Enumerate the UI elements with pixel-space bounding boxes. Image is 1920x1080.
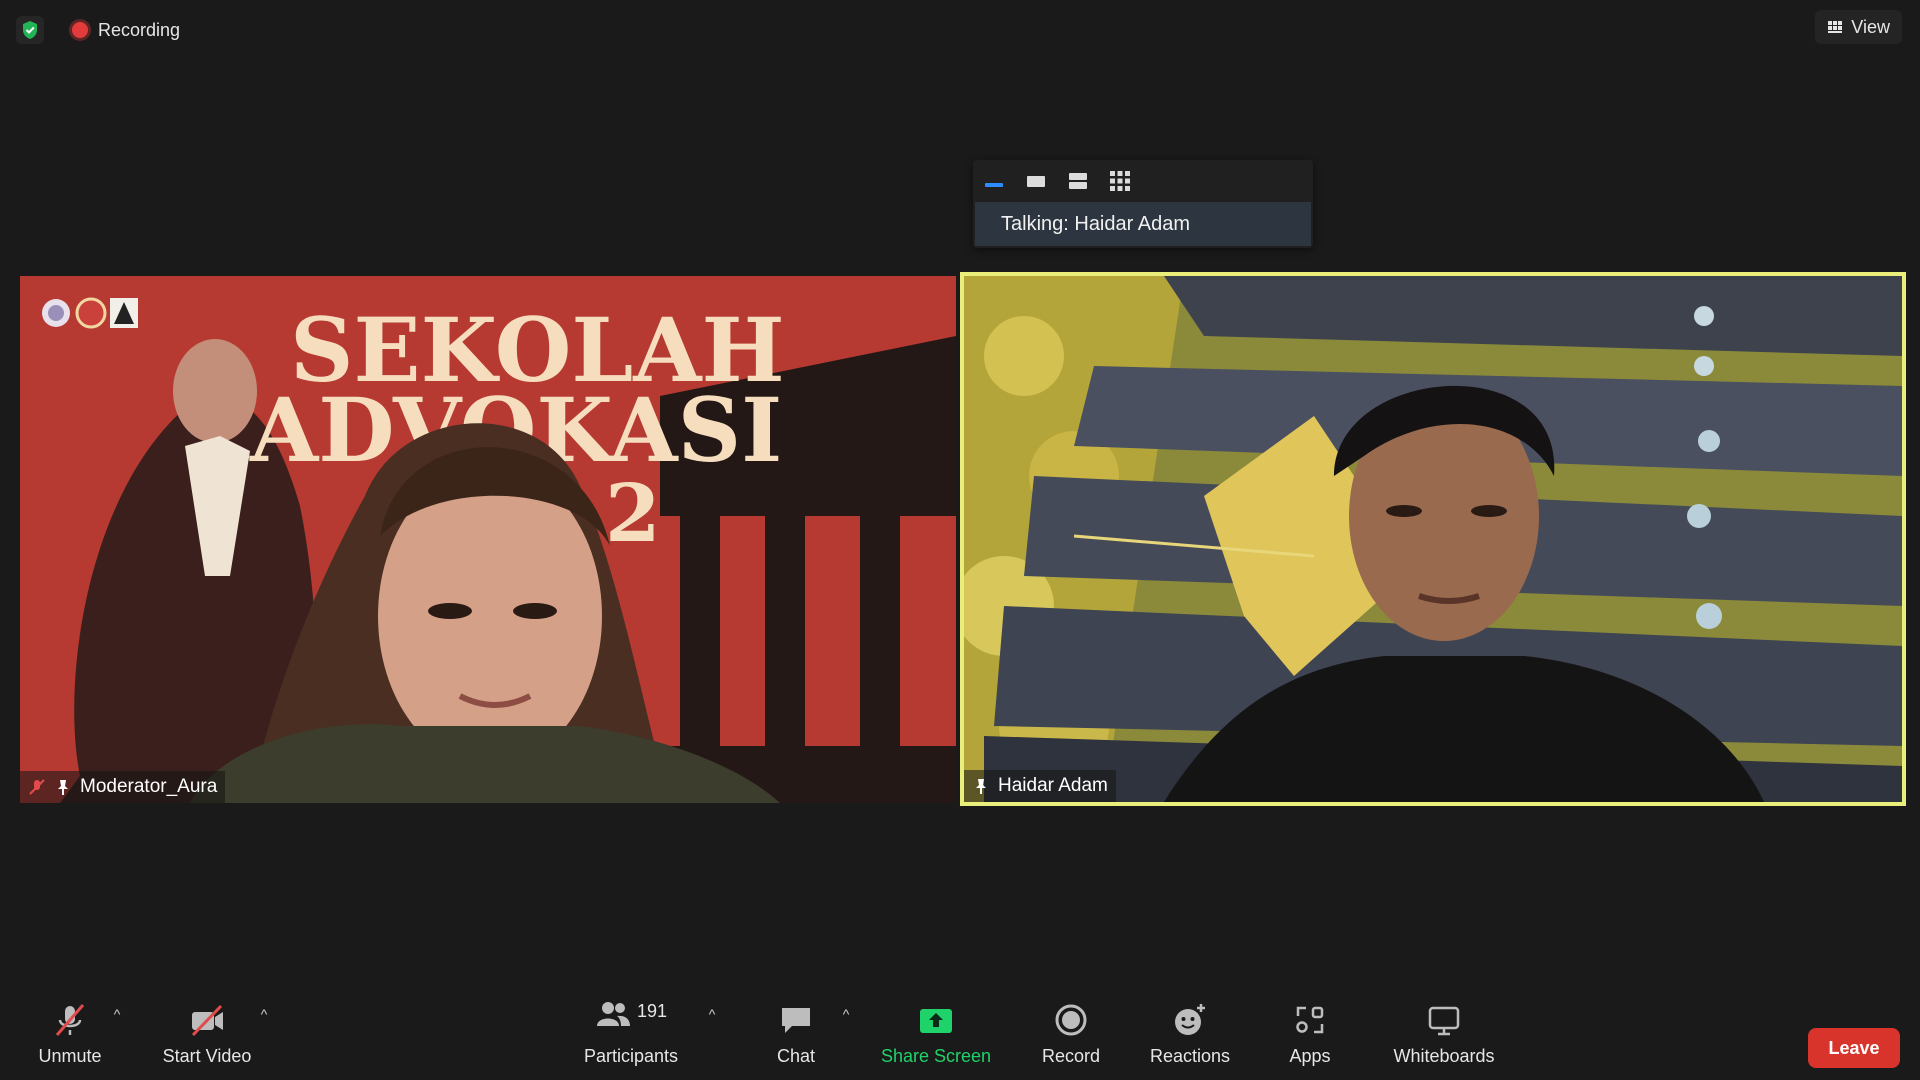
top-bar: Recording View: [0, 0, 1920, 60]
share-screen-icon: [920, 1009, 952, 1033]
participants-button[interactable]: 191 Participants: [576, 990, 686, 1080]
start-video-button[interactable]: Start Video: [152, 990, 262, 1080]
security-shield-icon[interactable]: [16, 16, 44, 44]
video-options-caret-icon[interactable]: ^: [256, 1006, 272, 1022]
grid-view-icon: [1828, 21, 1843, 33]
background-title-line3: 2: [605, 466, 661, 560]
participants-count: 191: [636, 1000, 668, 1021]
video-tile-moderator[interactable]: SEKOLAH ADVOKASI 2 Moderator_Aura: [20, 276, 956, 803]
split-view-icon[interactable]: [1067, 170, 1089, 192]
record-label: Record: [1041, 1046, 1101, 1066]
recording-indicator[interactable]: Recording: [62, 14, 190, 46]
reactions-label: Reactions: [1149, 1046, 1231, 1066]
shield-check-icon: [23, 21, 37, 39]
reactions-button[interactable]: Reactions: [1145, 990, 1235, 1080]
unmute-label: Unmute: [38, 1046, 102, 1066]
muted-mic-icon: [29, 779, 45, 795]
participants-options-caret-icon[interactable]: ^: [704, 1006, 720, 1022]
apps-label: Apps: [1289, 1046, 1331, 1066]
pin-icon: [58, 780, 68, 795]
video-off-icon: [191, 1004, 223, 1037]
whiteboards-label: Whiteboards: [1393, 1046, 1495, 1066]
record-icon: [1055, 1004, 1087, 1036]
layout-switcher: [973, 160, 1313, 202]
share-screen-button[interactable]: Share Screen: [876, 990, 996, 1080]
view-button[interactable]: View: [1815, 10, 1902, 44]
participants-label: Participants: [583, 1046, 679, 1066]
chat-label: Chat: [776, 1046, 816, 1066]
chat-bubble-icon: [782, 1008, 810, 1033]
leave-button[interactable]: Leave: [1808, 1028, 1900, 1068]
moderator-video-feed: SEKOLAH ADVOKASI 2: [20, 276, 956, 803]
participant-name: Moderator_Aura: [80, 776, 218, 797]
talking-indicator-text: Talking: Haidar Adam: [975, 202, 1311, 246]
talking-panel: Talking: Haidar Adam: [973, 160, 1313, 248]
participant-name: Haidar Adam: [998, 775, 1108, 796]
chat-options-caret-icon[interactable]: ^: [838, 1006, 854, 1022]
muted-microphone-icon: [55, 1004, 85, 1036]
grid-view-icon[interactable]: [1109, 170, 1131, 192]
participants-icon: [596, 1002, 630, 1026]
record-button[interactable]: Record: [1030, 990, 1112, 1080]
apps-button[interactable]: Apps: [1276, 990, 1344, 1080]
audio-options-caret-icon[interactable]: ^: [109, 1006, 125, 1022]
meeting-toolbar: Unmute ^ Start Video ^ 191 Participants …: [0, 990, 1920, 1080]
chat-button[interactable]: Chat: [760, 990, 832, 1080]
share-screen-label: Share Screen: [880, 1046, 992, 1066]
pin-icon: [976, 779, 986, 794]
whiteboards-button[interactable]: Whiteboards: [1386, 990, 1502, 1080]
minimize-icon[interactable]: [983, 170, 1005, 192]
view-label: View: [1851, 16, 1890, 37]
start-video-label: Start Video: [162, 1046, 252, 1066]
participant-name-tag: Haidar Adam: [964, 770, 1116, 802]
unmute-button[interactable]: Unmute: [28, 990, 112, 1080]
recording-dot-icon: [72, 22, 88, 38]
single-view-icon[interactable]: [1025, 170, 1047, 192]
reactions-icon: [1175, 1004, 1205, 1035]
whiteboard-icon: [1428, 1006, 1460, 1036]
speaker-video-feed: [964, 276, 1902, 802]
video-tile-active-speaker[interactable]: Haidar Adam: [960, 272, 1906, 806]
participant-name-tag: Moderator_Aura: [20, 771, 226, 803]
recording-label: Recording: [98, 19, 181, 40]
apps-icon: [1296, 1006, 1324, 1034]
